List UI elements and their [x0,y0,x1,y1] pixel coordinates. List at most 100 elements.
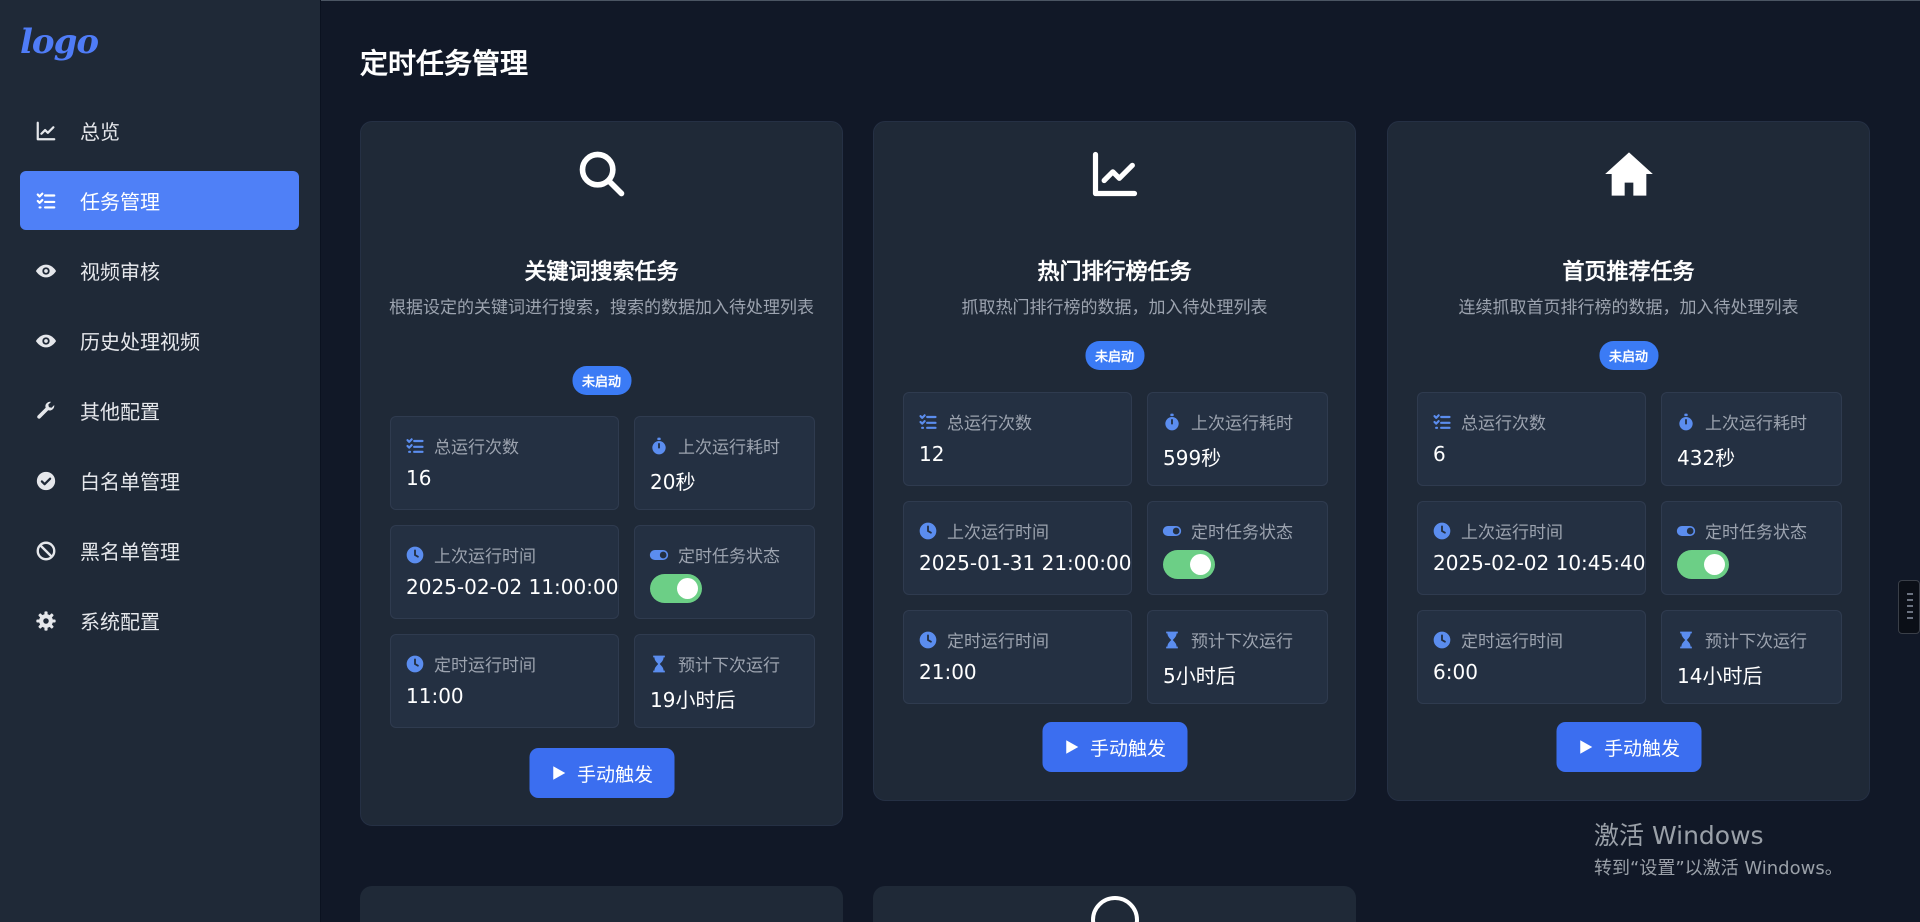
stat-last-duration: 上次运行耗时 20秒 [634,416,815,510]
stat-value: 11:00 [406,684,464,708]
eye-icon [33,328,59,354]
manual-trigger-button[interactable]: 手动触发 [1556,722,1701,772]
task-title: 关键词搜索任务 [524,260,679,285]
sidebar: logo 总览 任务管理 视频审核 历史处理视频 其他配置 白名单管理 黑名单管… [0,0,321,922]
toggle-icon [649,549,669,560]
chart-line-icon [33,118,59,144]
clock-icon [1433,631,1451,648]
stat-last-run-time: 上次运行时间 2025-02-02 10:45:40 [1417,501,1646,595]
stat-value: 2025-01-31 21:00:00 [919,551,1132,575]
status-badge: 未启动 [1598,341,1659,370]
windows-activation-watermark: 激活 Windows 转到“设置”以激活 Windows。 [1594,816,1843,880]
watermark-title: 激活 Windows [1594,821,1764,850]
task-description: 根据设定的关键词进行搜索，搜索的数据加入待处理列表 [389,298,814,318]
stat-label: 上次运行时间 [434,547,536,567]
sidebar-item-other-config[interactable]: 其他配置 [20,381,299,440]
sidebar-item-video-review[interactable]: 视频审核 [20,241,299,300]
stat-label: 定时任务状态 [1191,523,1293,543]
stat-last-run-time: 上次运行时间 2025-02-02 11:00:00 [390,525,619,619]
stat-value: 14小时后 [1677,664,1763,688]
stat-value: 2025-02-02 10:45:40 [1433,551,1646,575]
stat-label: 上次运行时间 [1461,523,1563,543]
trigger-label: 手动触发 [1603,737,1680,760]
sidebar-item-label: 任务管理 [80,190,160,214]
sidebar-item-label: 视频审核 [80,260,160,284]
hourglass-icon [1680,631,1692,648]
task-card-hot-ranking: 热门排行榜任务 抓取热门排行榜的数据，加入待处理列表 未启动 总运行次数 12 … [873,121,1356,801]
stat-schedule-status: 定时任务状态 [634,525,815,619]
sidebar-item-system-config[interactable]: 系统配置 [20,591,299,650]
stat-label: 总运行次数 [947,414,1032,434]
sidebar-item-blacklist[interactable]: 黑名单管理 [20,521,299,580]
hourglass-icon [653,655,665,672]
stat-label: 预计下次运行 [678,656,780,676]
stat-value: 599秒 [1163,446,1222,470]
status-badge: 未启动 [571,366,632,395]
schedule-toggle[interactable] [650,574,702,603]
sidebar-item-history-videos[interactable]: 历史处理视频 [20,311,299,370]
eye-icon [33,258,59,284]
scrollbar-handle[interactable] [1898,580,1920,634]
schedule-toggle[interactable] [1677,550,1729,579]
task-title: 热门排行榜任务 [1037,260,1192,285]
clock-icon [406,655,424,672]
sidebar-item-label: 黑名单管理 [80,540,180,564]
wrench-icon [33,398,59,424]
stat-label: 定时任务状态 [1705,523,1807,543]
sidebar-item-label: 其他配置 [80,400,160,424]
manual-trigger-button[interactable]: 手动触发 [529,748,674,798]
sidebar-item-whitelist[interactable]: 白名单管理 [20,451,299,510]
list-check-icon [406,437,424,453]
stat-value: 20秒 [650,470,696,494]
chart-line-icon [874,148,1355,208]
logo[interactable]: logo [20,22,99,62]
stat-label: 定时运行时间 [434,656,536,676]
stat-value: 5小时后 [1163,664,1236,688]
sidebar-item-label: 白名单管理 [80,470,180,494]
stat-next-run: 预计下次运行 5小时后 [1147,610,1328,704]
stat-value: 12 [919,442,945,466]
stat-label: 上次运行耗时 [678,438,780,458]
stopwatch-icon [652,437,666,454]
stat-label: 总运行次数 [434,438,519,458]
hourglass-icon [1166,631,1178,648]
schedule-toggle[interactable] [1163,550,1215,579]
ban-icon [33,538,59,564]
clock-icon [406,546,424,563]
sidebar-item-task-management[interactable]: 任务管理 [20,171,299,230]
clock-icon [1433,522,1451,539]
toggle-icon [1676,525,1696,536]
search-icon [361,148,842,208]
stat-label: 定时运行时间 [1461,632,1563,652]
stat-value: 2025-02-02 11:00:00 [406,575,619,599]
stopwatch-icon [1165,413,1179,430]
stat-total-runs: 总运行次数 16 [390,416,619,510]
manual-trigger-button[interactable]: 手动触发 [1042,722,1187,772]
stat-total-runs: 总运行次数 6 [1417,392,1646,486]
stat-last-duration: 上次运行耗时 599秒 [1147,392,1328,486]
stat-label: 定时任务状态 [678,547,780,567]
play-icon [1066,740,1079,754]
watermark-subtitle: 转到“设置”以激活 Windows。 [1594,858,1843,879]
stat-label: 预计下次运行 [1191,632,1293,652]
stat-last-run-time: 上次运行时间 2025-01-31 21:00:00 [903,501,1132,595]
stat-label: 上次运行时间 [947,523,1049,543]
stat-next-run: 预计下次运行 19小时后 [634,634,815,728]
stopwatch-icon [1679,413,1693,430]
stat-value: 19小时后 [650,688,736,712]
sidebar-item-overview[interactable]: 总览 [20,101,299,160]
stat-schedule-status: 定时任务状态 [1147,501,1328,595]
play-icon [553,766,566,780]
clock-icon [919,522,937,539]
list-check-icon [1433,413,1451,429]
stat-value: 16 [406,466,432,490]
task-title: 首页推荐任务 [1562,260,1695,285]
stat-value: 6 [1433,442,1446,466]
sidebar-nav: 总览 任务管理 视频审核 历史处理视频 其他配置 白名单管理 黑名单管理 系统配… [20,101,299,661]
list-check-icon [919,413,937,429]
list-check-icon [33,188,59,214]
stat-next-run: 预计下次运行 14小时后 [1661,610,1842,704]
sidebar-item-label: 总览 [80,120,120,144]
stat-value: 432秒 [1677,446,1736,470]
stat-value: 6:00 [1433,660,1478,684]
